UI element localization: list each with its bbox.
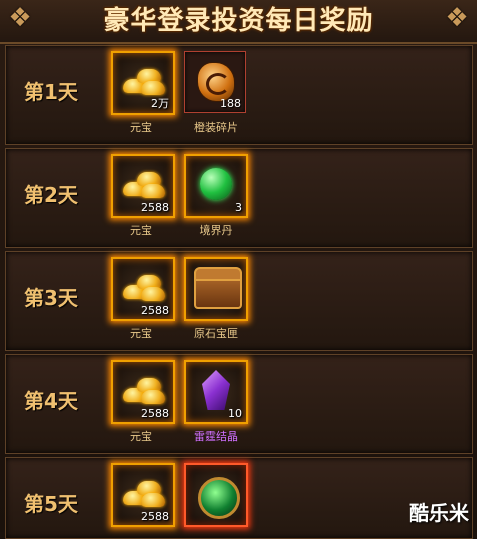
reward-slot-pill[interactable]: 3 [184,154,248,218]
reward-slot-gold[interactable]: 2588 [111,360,175,424]
reward-slot-gold[interactable]: 2588 [111,463,175,527]
gold-ingot-icon [121,477,165,511]
item-label: 境界丹 [199,224,233,237]
item-count: 10 [228,407,242,420]
treasure-chest-icon [194,267,242,309]
gold-ingot-icon [121,374,165,408]
day-row-1: 第1天 2万 188 元宝 橙装碎片 [5,45,473,145]
item-label: 元宝 [130,430,152,443]
reward-slot-gold[interactable]: 2588 [111,257,175,321]
purple-crystal-icon [202,370,230,410]
orange-fragment-icon [197,62,235,102]
reward-slot-gold[interactable]: 2588 [111,154,175,218]
green-ornament-icon [198,477,240,519]
day-row-2: 第2天 2588 3 元宝 境界丹 [5,148,473,248]
reward-slot-ornament[interactable] [184,463,248,527]
day-label: 第1天 [24,80,78,104]
green-pill-icon [200,168,232,200]
gold-ingot-icon [121,65,165,99]
page-title: 豪华登录投资每日奖励 [103,6,374,36]
day-label: 第4天 [24,389,78,413]
reward-slot-crystal[interactable]: 10 [184,360,248,424]
day-row-4: 第4天 2588 10 元宝 雷霆结晶 [5,354,473,454]
day-row-3: 第3天 2588 元宝 原石宝匣 [5,251,473,351]
day-row-5: 第5天 2588 [5,457,473,539]
item-label: 原石宝匣 [194,327,238,340]
day-label: 第5天 [24,492,78,516]
day-label: 第2天 [24,183,78,207]
item-count: 2588 [141,304,169,317]
watermark: 酷乐米 [409,501,469,525]
item-label: 雷霆结晶 [194,430,238,443]
item-count: 2588 [141,407,169,420]
corner-ornament-icon: ❖ [445,3,469,33]
item-label: 橙装碎片 [194,121,238,134]
gold-ingot-icon [121,168,165,202]
title-bar: ❖ 豪华登录投资每日奖励 ❖ [0,0,477,44]
item-label: 元宝 [130,224,152,237]
item-count: 2588 [141,510,169,523]
gold-ingot-icon [121,271,165,305]
item-count: 2万 [151,97,169,110]
item-count: 2588 [141,201,169,214]
item-count: 3 [235,201,242,214]
reward-slot-fragment[interactable]: 188 [184,51,246,113]
item-label: 元宝 [130,327,152,340]
reward-panel: ❖ 豪华登录投资每日奖励 ❖ 第1天 2万 188 元宝 橙装碎片 第2天 25… [0,0,477,539]
reward-slot-gold[interactable]: 2万 [111,51,175,115]
reward-slot-chest[interactable] [184,257,248,321]
item-label: 元宝 [130,121,152,134]
item-count: 188 [220,97,241,110]
day-label: 第3天 [24,286,78,310]
